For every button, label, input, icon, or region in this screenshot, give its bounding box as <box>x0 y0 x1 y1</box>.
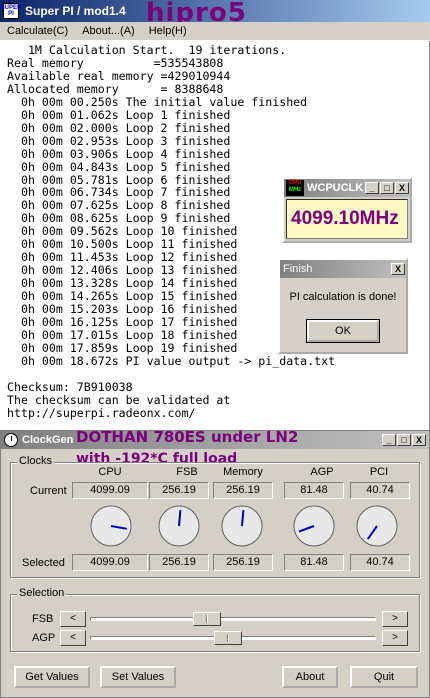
maximize-button[interactable]: □ <box>397 434 411 446</box>
memory-gauge-needle <box>241 510 245 527</box>
current-cpu-value: 4099.09 <box>72 482 148 499</box>
console-line: 0h 00m 04.843s Loop 5 finished <box>7 159 231 174</box>
close-button[interactable]: X <box>395 182 409 194</box>
menu-about[interactable]: About...(A) <box>75 25 142 37</box>
fsb-slider[interactable]: < > <box>60 611 408 627</box>
close-button[interactable]: X <box>391 263 405 275</box>
console-line: 0h 00m 02.000s Loop 2 finished <box>7 120 231 135</box>
wcpuclk-title-bar[interactable]: CPU MHz WCPUCLK _ □ X <box>284 179 410 197</box>
superpi-app-icon: SUPER PI <box>0 3 22 19</box>
logo-mhz-text: MHz <box>288 187 302 193</box>
superpi-menu-bar: Calculate(C) About...(A) Help(H) <box>0 22 430 41</box>
quit-button[interactable]: Quit <box>350 666 418 688</box>
memory-gauge <box>221 505 263 547</box>
selected-agp-value[interactable]: 81.48 <box>284 554 344 571</box>
clock-icon <box>4 433 18 447</box>
fsb-gauge <box>158 505 200 547</box>
fsb-slider-thumb[interactable] <box>193 612 222 626</box>
console-line: 0h 00m 02.953s Loop 3 finished <box>7 133 231 148</box>
agp-slider-label: AGP <box>32 632 56 644</box>
column-header-pci: PCI <box>369 466 389 478</box>
column-header-cpu: CPU <box>98 466 122 478</box>
fsb-slider-track[interactable] <box>90 617 376 621</box>
wcpuclk-window: CPU MHz WCPUCLK _ □ X 4099.10MHz <box>282 177 412 243</box>
agp-slider[interactable]: < > <box>60 630 408 646</box>
console-line: 0h 00m 01.062s Loop 1 finished <box>7 107 231 122</box>
finish-dialog: Finish X PI calculation is done! OK <box>278 258 408 354</box>
fsb-increase-button[interactable]: > <box>382 611 408 627</box>
current-fsb-value: 256.19 <box>149 482 209 499</box>
get-values-button[interactable]: Get Values <box>14 666 90 688</box>
finish-dialog-title: Finish <box>283 263 313 275</box>
menu-calculate[interactable]: Calculate(C) <box>0 25 75 37</box>
current-agp-value: 81.48 <box>284 482 344 499</box>
cpu-mhz-logo-icon: CPU MHz <box>286 180 304 196</box>
current-pci-value: 40.74 <box>350 482 410 499</box>
console-line: 0h 00m 03.906s Loop 4 finished <box>7 146 231 161</box>
minimize-button[interactable]: _ <box>365 182 379 194</box>
wcpuclk-window-title: WCPUCLK <box>307 182 364 194</box>
agp-gauge <box>293 505 335 547</box>
ok-button[interactable]: OK <box>306 319 380 343</box>
selected-fsb-value[interactable]: 256.19 <box>149 554 209 571</box>
console-line: Available real memory =429010944 <box>7 68 231 83</box>
console-line: 0h 00m 00.250s The initial value finishe… <box>7 94 308 109</box>
clocks-group-label: Clocks <box>17 455 55 467</box>
agp-increase-button[interactable]: > <box>382 630 408 646</box>
fsb-decrease-button[interactable]: < <box>60 611 86 627</box>
agp-decrease-button[interactable]: < <box>60 630 86 646</box>
console-line: Checksum: 7B910038 <box>7 379 133 394</box>
console-line: The checksum can be validated at <box>7 392 231 407</box>
console-line: 0h 00m 18.672s PI value output -> pi_dat… <box>7 353 336 368</box>
close-button[interactable]: X <box>412 434 426 446</box>
cpu-gauge <box>90 505 132 547</box>
finish-title-bar[interactable]: Finish X <box>280 260 406 278</box>
selection-group-label: Selection <box>17 587 67 599</box>
fsb-gauge-needle <box>178 510 182 527</box>
fsb-slider-label: FSB <box>32 613 54 625</box>
agp-slider-thumb[interactable] <box>213 631 242 645</box>
frequency-display: 4099.10MHz <box>286 199 408 239</box>
column-header-memory: Memory <box>223 466 263 478</box>
minimize-button[interactable]: _ <box>382 434 396 446</box>
finish-message: PI calculation is done! <box>289 291 397 303</box>
set-values-button[interactable]: Set Values <box>100 666 176 688</box>
console-line: Real memory =535543808 <box>7 55 224 70</box>
selected-memory-value[interactable]: 256.19 <box>213 554 273 571</box>
menu-help[interactable]: Help(H) <box>142 25 194 37</box>
row-label-selected: Selected <box>22 557 65 569</box>
console-line: Allocated memory = 8388648 <box>7 81 224 96</box>
overlay-caption-line1: DOTHAN 780ES under LN2 <box>76 428 299 446</box>
current-memory-value: 256.19 <box>213 482 273 499</box>
console-line: http://superpi.radeonx.com/ <box>7 405 196 420</box>
maximize-button[interactable]: □ <box>380 182 394 194</box>
row-label-current: Current <box>30 485 67 497</box>
selected-cpu-value[interactable]: 4099.09 <box>72 554 148 571</box>
pci-gauge <box>356 505 398 547</box>
selected-pci-value[interactable]: 40.74 <box>350 554 410 571</box>
console-line: 1M Calculation Start. 19 iterations. <box>7 43 287 57</box>
superpi-window-title: Super PI / mod1.4 <box>25 4 126 18</box>
cpu-frequency-value: 4099.10MHz <box>291 208 399 229</box>
logo-cpu-text: CPU <box>288 180 302 186</box>
about-button[interactable]: About <box>282 666 338 688</box>
